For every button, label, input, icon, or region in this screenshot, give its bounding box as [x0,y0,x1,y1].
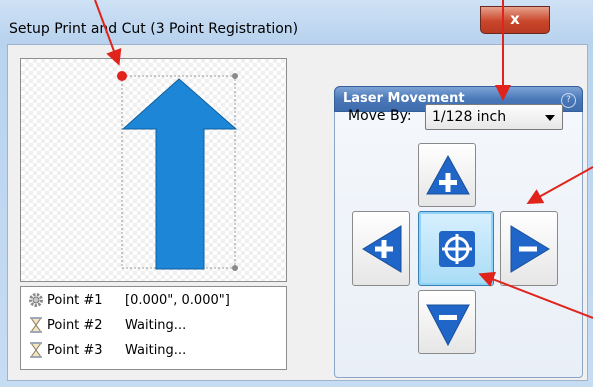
move-by-value: 1/128 inch [432,109,507,125]
move-up-button[interactable] [418,143,476,207]
move-right-button[interactable] [500,211,558,286]
gear-icon [29,293,43,307]
center-button[interactable] [418,211,494,286]
up-arrow-icon [426,154,470,195]
registration-point-2 [232,73,238,79]
help-icon[interactable]: ? [561,93,576,108]
list-item[interactable]: Point #3 Waiting... [27,340,186,360]
point-status: Waiting... [125,317,187,333]
list-item[interactable]: Point #2 Waiting... [27,315,186,335]
down-arrow-icon [426,304,470,347]
move-by-label: Move By: [348,108,412,124]
move-by-select[interactable]: 1/128 inch [425,104,563,130]
point-status: Waiting... [125,342,187,358]
title-bar: Setup Print and Cut (3 Point Registratio… [0,0,593,44]
registration-preview[interactable] [20,58,287,282]
chevron-down-icon [545,115,555,121]
registration-point-1 [117,71,127,81]
window-title: Setup Print and Cut (3 Point Registratio… [9,21,299,37]
arrow-graphic [121,78,238,270]
close-button[interactable]: x [480,6,550,34]
dialog-window: Setup Print and Cut (3 Point Registratio… [0,0,593,387]
right-arrow-icon [510,225,550,273]
point-status: [0.000", 0.000"] [125,292,230,308]
points-list: Point #1 [0.000", 0.000"] Point #2 Waiti… [20,286,287,370]
left-arrow-icon [362,225,402,273]
list-item[interactable]: Point #1 [0.000", 0.000"] [27,290,230,310]
move-left-button[interactable] [352,211,410,286]
point-name: Point #2 [47,317,103,333]
crosshair-icon [439,231,475,267]
hourglass-icon [30,317,42,333]
point-name: Point #3 [47,342,103,358]
hourglass-icon [30,342,42,358]
move-down-button[interactable] [418,290,476,354]
registration-point-3 [232,265,238,271]
point-name: Point #1 [47,292,103,308]
